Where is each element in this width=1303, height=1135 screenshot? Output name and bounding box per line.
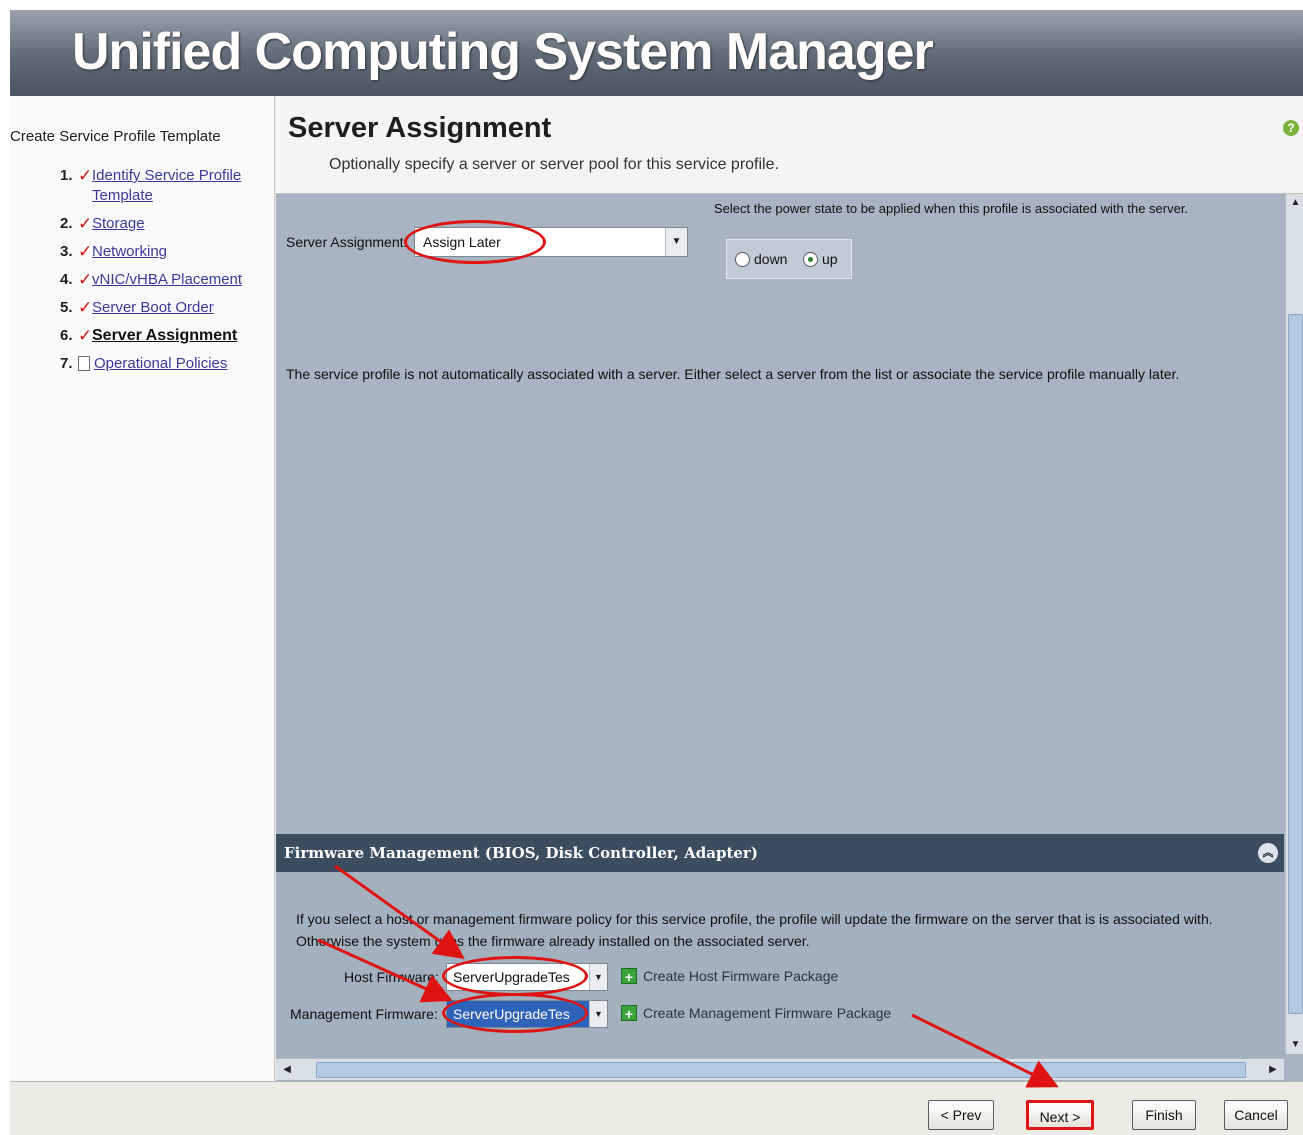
scroll-right-icon[interactable]: ▶ (1264, 1061, 1282, 1079)
server-assignment-label: Server Assignment: (286, 234, 408, 250)
step-number: 5. (60, 299, 73, 316)
chevron-down-icon[interactable]: ▼ (589, 1001, 607, 1027)
annotation-oval (404, 220, 546, 264)
association-info: The service profile is not automatically… (286, 366, 1180, 382)
step-operational-policies[interactable]: 7. Operational Policies (60, 354, 242, 374)
step-header: Server Assignment Optionally specify a s… (276, 96, 1303, 194)
plus-icon: + (621, 968, 637, 985)
wizard-title: Create Service Profile Template (10, 128, 221, 145)
next-button[interactable]: Next > (1026, 1100, 1094, 1130)
annotation-oval (442, 956, 588, 996)
firmware-header[interactable]: Firmware Management (BIOS, Disk Controll… (276, 834, 1284, 872)
power-up-label: up (822, 251, 838, 267)
step-number: 1. (60, 167, 73, 184)
page-subtitle: Optionally specify a server or server po… (329, 156, 779, 173)
step-networking[interactable]: 3. ✓ Networking (60, 242, 242, 262)
step-identify[interactable]: 1. ✓ Identify Service Profile Template (60, 166, 242, 206)
step-link-vnic-placement[interactable]: vNIC/vHBA Placement (92, 270, 242, 290)
scroll-thumb[interactable] (1288, 314, 1303, 1014)
help-icon[interactable]: ? (1283, 120, 1299, 136)
chevron-down-icon[interactable]: ▼ (665, 228, 687, 256)
step-vnic-placement[interactable]: 4. ✓ vNIC/vHBA Placement (60, 270, 242, 290)
radio-selected-icon[interactable] (803, 251, 818, 267)
prev-button[interactable]: < Prev (928, 1100, 994, 1130)
step-link-networking[interactable]: Networking (92, 242, 167, 262)
check-icon: ✓ (78, 242, 93, 261)
step-server-assignment[interactable]: 6. ✓ Server Assignment (60, 326, 242, 346)
check-icon: ✓ (78, 326, 93, 345)
scroll-thumb[interactable] (316, 1062, 1246, 1078)
cancel-button[interactable]: Cancel (1224, 1100, 1288, 1130)
document-icon (78, 356, 90, 371)
create-mgmt-firmware-label: Create Management Firmware Package (643, 1005, 892, 1021)
step-number: 4. (60, 271, 73, 288)
power-down-radio[interactable]: down (735, 251, 787, 267)
create-host-firmware-link[interactable]: + Create Host Firmware Package (621, 968, 839, 985)
power-state-group: down up (726, 239, 852, 279)
form-content: Server Assignment: Assign Later ▼ Select… (276, 194, 1284, 1102)
step-link-operational-policies[interactable]: Operational Policies (94, 354, 227, 374)
step-number: 3. (60, 243, 73, 260)
step-link-server-assignment[interactable]: Server Assignment (92, 326, 237, 346)
main-panel: Server Assignment Optionally specify a s… (276, 96, 1303, 1102)
plus-icon: + (621, 1005, 637, 1022)
create-host-firmware-label: Create Host Firmware Package (643, 968, 839, 984)
step-link-identify[interactable]: Identify Service Profile Template (92, 166, 242, 206)
power-up-radio[interactable]: up (803, 251, 838, 267)
check-icon: ✓ (78, 270, 93, 289)
scroll-down-icon[interactable]: ▼ (1286, 1036, 1303, 1054)
annotation-oval (442, 993, 588, 1033)
step-number: 2. (60, 215, 73, 232)
step-storage[interactable]: 2. ✓ Storage (60, 214, 242, 234)
host-firmware-label: Host Firmware: (344, 969, 439, 985)
mgmt-firmware-label: Management Firmware: (290, 1006, 438, 1022)
collapse-icon[interactable]: ︽ (1258, 843, 1278, 863)
title-bar: Unified Computing System Manager (10, 10, 1303, 96)
power-down-label: down (754, 251, 788, 267)
app-title: Unified Computing System Manager (72, 23, 934, 81)
firmware-description: If you select a host or management firmw… (296, 911, 1213, 949)
power-state-label: Select the power state to be applied whe… (714, 201, 1189, 216)
finish-button[interactable]: Finish (1132, 1100, 1196, 1130)
step-boot-order[interactable]: 5. ✓ Server Boot Order (60, 298, 242, 318)
scroll-up-icon[interactable]: ▲ (1286, 194, 1303, 212)
step-link-boot-order[interactable]: Server Boot Order (92, 298, 214, 318)
check-icon: ✓ (78, 298, 93, 317)
create-mgmt-firmware-link[interactable]: + Create Management Firmware Package (621, 1005, 892, 1022)
check-icon: ✓ (78, 166, 93, 185)
scroll-left-icon[interactable]: ◀ (278, 1061, 296, 1079)
step-number: 6. (60, 327, 73, 344)
radio-icon[interactable] (735, 251, 750, 267)
page-title: Server Assignment (288, 112, 552, 144)
step-number: 7. (60, 355, 73, 372)
wizard-steps: 1. ✓ Identify Service Profile Template 2… (60, 166, 242, 382)
step-link-storage[interactable]: Storage (92, 214, 145, 234)
firmware-header-title: Firmware Management (BIOS, Disk Controll… (284, 844, 758, 862)
horizontal-scrollbar[interactable]: ◀ ▶ (276, 1058, 1284, 1080)
wizard-window: Unified Computing System Manager Create … (10, 10, 1303, 1135)
chevron-down-icon[interactable]: ▼ (589, 964, 607, 990)
wizard-sidebar: Create Service Profile Template 1. ✓ Ide… (10, 96, 275, 1081)
wizard-footer: < Prev Next > Finish Cancel (10, 1081, 1303, 1135)
vertical-scrollbar[interactable]: ▲ ▼ (1285, 194, 1303, 1054)
check-icon: ✓ (78, 214, 93, 233)
